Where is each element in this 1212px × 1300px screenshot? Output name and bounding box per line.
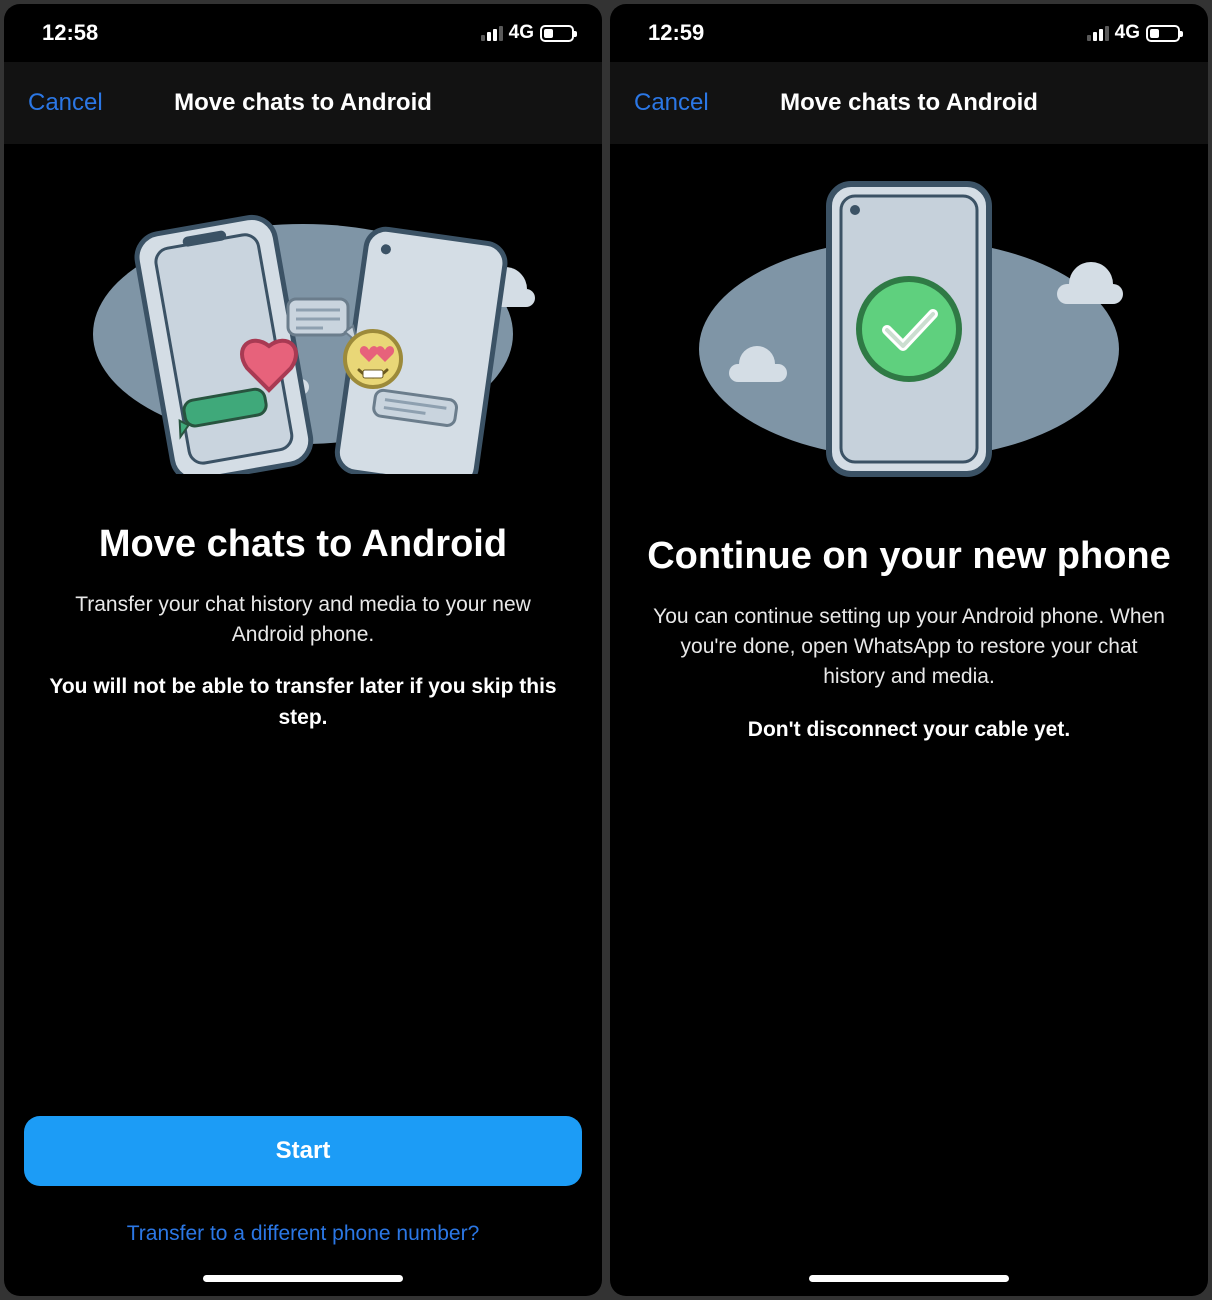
illustration-phone-check — [640, 174, 1178, 474]
battery-icon — [540, 25, 574, 42]
page-heading: Move chats to Android — [99, 522, 507, 568]
status-right: 4G — [481, 22, 574, 44]
content-area: Move chats to Android Transfer your chat… — [4, 144, 602, 1116]
page-description: Transfer your chat history and media to … — [43, 590, 563, 651]
home-indicator[interactable] — [809, 1275, 1009, 1282]
transfer-different-number-link[interactable]: Transfer to a different phone number? — [24, 1222, 582, 1246]
battery-icon — [1146, 25, 1180, 42]
start-button[interactable]: Start — [24, 1116, 582, 1186]
emoji-icon — [345, 331, 401, 387]
network-label: 4G — [1115, 22, 1140, 44]
home-indicator[interactable] — [203, 1275, 403, 1282]
nav-title: Move chats to Android — [174, 89, 432, 117]
screen-continue-new-phone: 12:59 4G Cancel Move chats to Android — [610, 4, 1208, 1296]
cancel-button[interactable]: Cancel — [634, 89, 709, 117]
cancel-button[interactable]: Cancel — [28, 89, 103, 117]
nav-bar: Cancel Move chats to Android — [610, 62, 1208, 144]
page-warning: You will not be able to transfer later i… — [43, 672, 563, 733]
status-right: 4G — [1087, 22, 1180, 44]
status-time: 12:59 — [648, 20, 704, 46]
screen-move-chats: 12:58 4G Cancel Move chats to Android — [4, 4, 602, 1296]
signal-icon — [1087, 25, 1109, 41]
nav-title: Move chats to Android — [780, 89, 1038, 117]
network-label: 4G — [509, 22, 534, 44]
illustration-two-phones — [34, 174, 572, 474]
signal-icon — [481, 25, 503, 41]
page-warning: Don't disconnect your cable yet. — [748, 715, 1070, 745]
bottom-actions: Start Transfer to a different phone numb… — [4, 1116, 602, 1296]
page-heading: Continue on your new phone — [647, 534, 1171, 580]
content-area: Continue on your new phone You can conti… — [610, 144, 1208, 1296]
page-description: You can continue setting up your Android… — [649, 602, 1169, 693]
status-time: 12:58 — [42, 20, 98, 46]
nav-bar: Cancel Move chats to Android — [4, 62, 602, 144]
status-bar: 12:58 4G — [4, 4, 602, 62]
status-bar: 12:59 4G — [610, 4, 1208, 62]
checkmark-icon — [859, 279, 959, 379]
